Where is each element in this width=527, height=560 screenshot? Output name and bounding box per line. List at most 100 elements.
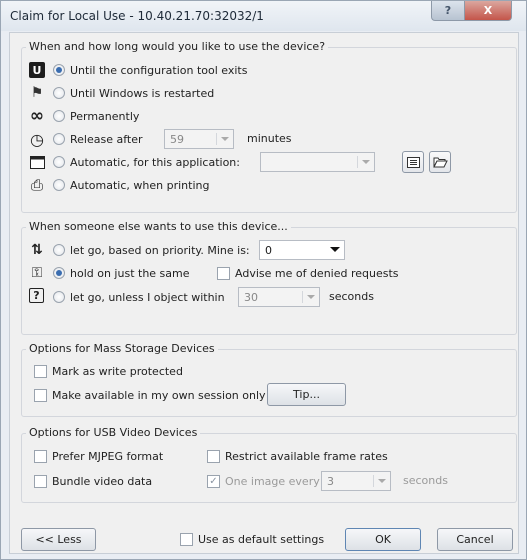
option-until-tool-exits[interactable]: Until the configuration tool exits xyxy=(53,61,247,79)
mass-storage-group-title: Options for Mass Storage Devices xyxy=(26,342,218,355)
label-unless-object: let go, unless I object within xyxy=(70,290,225,304)
radio-permanently[interactable] xyxy=(53,110,65,122)
ok-button[interactable]: OK xyxy=(345,528,421,551)
option-auto-application[interactable]: Automatic, for this application: xyxy=(53,153,240,171)
checkbox-one-image-every[interactable]: ✓ xyxy=(207,474,220,488)
checkbox-bundle[interactable] xyxy=(34,474,47,488)
chevron-down-icon[interactable] xyxy=(330,247,340,252)
option-hold-on[interactable]: hold on just the same xyxy=(53,264,190,282)
help-icon: ? xyxy=(444,4,452,17)
usb-video-group-title: Options for USB Video Devices xyxy=(26,426,201,439)
less-button[interactable]: << Less xyxy=(21,528,96,551)
option-auto-printing[interactable]: Automatic, when printing xyxy=(53,176,209,194)
contention-group: When someone else wants to use this devi… xyxy=(21,220,517,335)
option-own-session[interactable]: Make available in my own session only xyxy=(34,386,266,404)
checkbox-own-session[interactable] xyxy=(34,388,47,402)
printer-icon: ⎙ xyxy=(30,176,43,194)
label-release-after: Release after xyxy=(70,132,143,146)
option-advise-denied[interactable]: Advise me of denied requests xyxy=(217,264,399,282)
label-restrict-rates: Restrict available frame rates xyxy=(225,449,388,463)
checkbox-advise-denied[interactable] xyxy=(217,266,230,280)
tip-button[interactable]: Tip... xyxy=(267,383,346,406)
contention-group-title: When someone else wants to use this devi… xyxy=(26,220,291,233)
close-button[interactable]: X xyxy=(464,1,512,21)
label-until-restart: Until Windows is restarted xyxy=(70,86,215,100)
radio-until-tool-exits[interactable] xyxy=(53,64,65,76)
application-list-button[interactable] xyxy=(402,151,424,173)
label-hold-on: hold on just the same xyxy=(70,266,190,280)
checkbox-mjpeg[interactable] xyxy=(34,449,47,463)
option-permanently[interactable]: Permanently xyxy=(53,107,139,125)
cancel-button[interactable]: Cancel xyxy=(437,528,513,551)
one-image-value: 3 xyxy=(327,474,334,488)
application-divider xyxy=(357,156,358,168)
priority-value: 0 xyxy=(265,243,272,257)
release-minutes-divider xyxy=(216,133,217,145)
clock-icon: ◷ xyxy=(30,129,44,149)
label-until-tool-exits: Until the configuration tool exits xyxy=(70,63,248,77)
checkmark-icon: ✓ xyxy=(209,475,218,487)
priority-icon: ⇅ xyxy=(31,242,43,258)
one-image-divider xyxy=(373,475,374,487)
radio-until-restart[interactable] xyxy=(53,87,65,99)
tip-button-label: Tip... xyxy=(293,388,320,401)
list-icon xyxy=(406,156,420,168)
release-minutes-combo[interactable]: 59 xyxy=(164,129,234,149)
label-one-image-every: One image every xyxy=(225,474,320,488)
chevron-down-icon[interactable] xyxy=(307,295,315,299)
one-image-combo[interactable]: 3 xyxy=(321,471,391,491)
label-write-protected: Mark as write protected xyxy=(52,364,183,378)
radio-priority[interactable] xyxy=(53,244,65,256)
close-icon: X xyxy=(483,4,493,17)
application-combo[interactable] xyxy=(260,152,375,172)
checkbox-write-protected[interactable] xyxy=(34,364,47,378)
radio-auto-printing[interactable] xyxy=(53,179,65,191)
label-bundle: Bundle video data xyxy=(52,474,153,488)
radio-release-after[interactable] xyxy=(53,133,65,145)
option-unless-object[interactable]: let go, unless I object within xyxy=(53,288,225,306)
cancel-button-label: Cancel xyxy=(456,533,494,546)
option-default-settings[interactable]: Use as default settings xyxy=(180,530,324,548)
application-window-icon xyxy=(29,155,45,169)
chevron-down-icon[interactable] xyxy=(221,137,229,141)
label-video-seconds: seconds xyxy=(403,474,448,487)
question-icon: ? xyxy=(29,288,44,303)
option-bundle[interactable]: Bundle video data xyxy=(34,472,152,490)
checkbox-default-settings[interactable] xyxy=(180,532,193,546)
hold-icon: ⚿ xyxy=(31,265,43,281)
less-button-label: << Less xyxy=(35,533,82,546)
object-seconds-combo[interactable]: 30 xyxy=(238,287,320,307)
ok-button-label: OK xyxy=(375,533,391,546)
label-permanently: Permanently xyxy=(70,109,140,123)
radio-unless-object[interactable] xyxy=(53,291,65,303)
radio-hold-on[interactable] xyxy=(53,267,65,279)
chevron-down-icon[interactable] xyxy=(362,160,370,164)
option-write-protected[interactable]: Mark as write protected xyxy=(34,362,183,380)
radio-auto-application[interactable] xyxy=(53,156,65,168)
infinity-icon: ∞ xyxy=(29,106,45,126)
help-button[interactable]: ? xyxy=(431,1,465,21)
label-auto-printing: Automatic, when printing xyxy=(70,178,210,192)
label-mjpeg: Prefer MJPEG format xyxy=(52,449,164,463)
application-icon xyxy=(29,154,45,170)
chevron-down-icon[interactable] xyxy=(378,479,386,483)
option-one-image-every[interactable]: ✓ One image every xyxy=(207,472,320,490)
window-title: Claim for Local Use - 10.40.21.70:32032/… xyxy=(10,9,264,23)
option-mjpeg[interactable]: Prefer MJPEG format xyxy=(34,447,163,465)
usb-video-group: Options for USB Video Devices Prefer MJP… xyxy=(21,426,517,503)
checkbox-restrict-rates[interactable] xyxy=(207,449,220,463)
option-until-restart[interactable]: Until Windows is restarted xyxy=(53,84,214,102)
label-priority: let go, based on priority. Mine is: xyxy=(70,243,250,257)
folder-open-icon xyxy=(432,157,448,168)
option-restrict-rates[interactable]: Restrict available frame rates xyxy=(207,447,388,465)
object-seconds-divider xyxy=(302,291,303,303)
label-minutes: minutes xyxy=(247,132,292,145)
option-priority[interactable]: let go, based on priority. Mine is: xyxy=(53,241,250,259)
mass-storage-group: Options for Mass Storage Devices Mark as… xyxy=(21,342,517,417)
priority-combo[interactable]: 0 xyxy=(259,240,345,260)
option-release-after[interactable]: Release after xyxy=(53,130,143,148)
release-minutes-value: 59 xyxy=(170,132,184,146)
object-seconds-value: 30 xyxy=(244,290,258,304)
application-browse-button[interactable] xyxy=(429,151,451,173)
windows-icon: ⚑ xyxy=(30,85,44,101)
